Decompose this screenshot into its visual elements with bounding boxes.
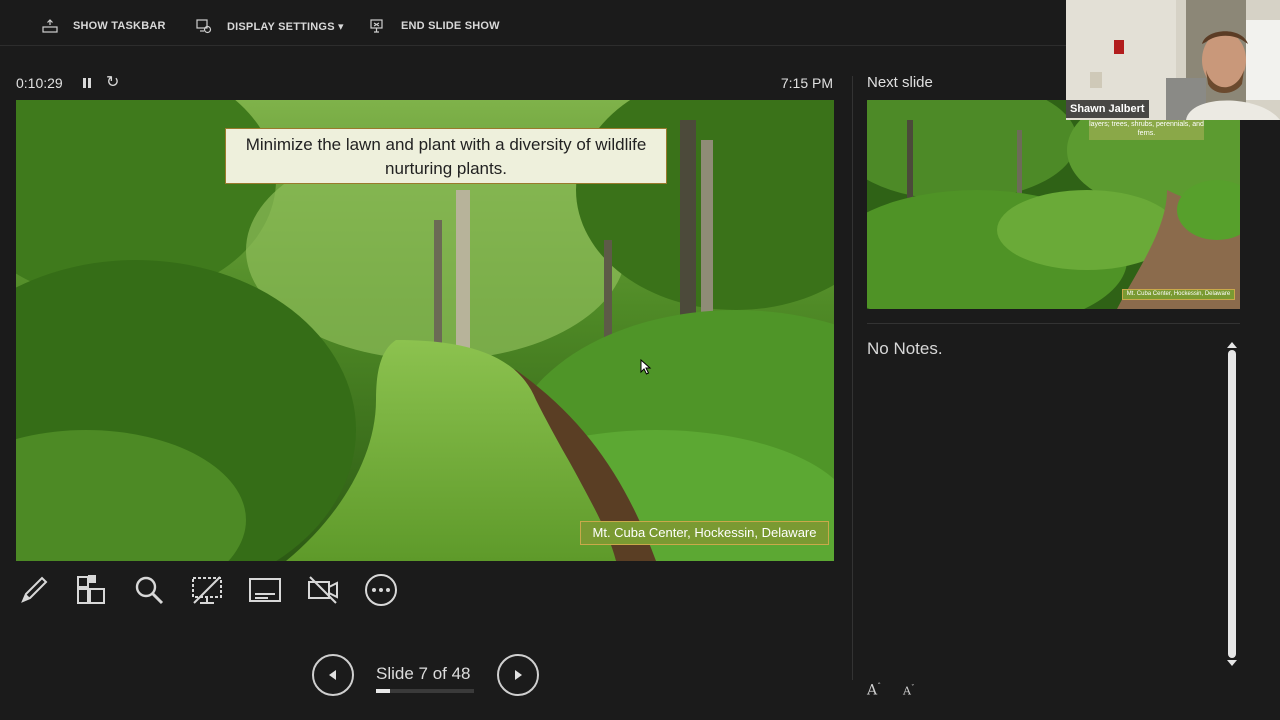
slide-counter[interactable]: Slide 7 of 48 bbox=[376, 664, 471, 684]
participant-name: Shawn Jalbert bbox=[1066, 100, 1149, 118]
show-taskbar-label: SHOW TASKBAR bbox=[73, 20, 166, 32]
subtitles-button[interactable] bbox=[247, 572, 283, 608]
next-slide-button[interactable] bbox=[497, 654, 539, 696]
notes-separator bbox=[867, 323, 1240, 324]
see-all-slides-button[interactable] bbox=[73, 572, 109, 608]
pause-timer-icon[interactable] bbox=[80, 74, 94, 92]
slide-grid-icon bbox=[77, 575, 105, 604]
scrollbar-thumb[interactable] bbox=[1228, 350, 1236, 658]
notes-scrollbar[interactable] bbox=[1226, 338, 1239, 670]
camera-off-icon bbox=[308, 576, 338, 604]
panel-divider[interactable] bbox=[852, 76, 853, 680]
pen-tool-button[interactable] bbox=[16, 572, 52, 608]
decrease-font-size-icon[interactable]: Aˇ bbox=[903, 684, 914, 698]
slide-progress-fill bbox=[376, 689, 391, 693]
camera-toggle-button[interactable] bbox=[305, 572, 341, 608]
more-icon bbox=[365, 574, 397, 606]
show-taskbar-button[interactable]: SHOW TASKBAR bbox=[42, 14, 166, 38]
mouse-cursor-icon bbox=[640, 359, 652, 375]
slide-caption: Mt. Cuba Center, Hockessin, Delaware bbox=[580, 521, 829, 545]
zoom-button[interactable] bbox=[131, 572, 167, 608]
taskbar-icon bbox=[42, 19, 58, 33]
current-slide[interactable]: Minimize the lawn and plant with a diver… bbox=[16, 100, 834, 561]
increase-font-size-icon[interactable]: Aˆ bbox=[867, 682, 881, 699]
next-slide-preview[interactable]: layers; trees, shrubs, perennials, and f… bbox=[867, 100, 1240, 309]
end-slideshow-icon bbox=[370, 19, 383, 33]
elapsed-timer: 0:10:29 bbox=[16, 75, 63, 91]
display-settings-label: DISPLAY SETTINGS ▾ bbox=[227, 20, 344, 33]
black-screen-button[interactable] bbox=[189, 572, 225, 608]
previous-slide-button[interactable] bbox=[312, 654, 354, 696]
magnifier-icon bbox=[135, 576, 164, 605]
scroll-down-arrow-icon[interactable] bbox=[1227, 660, 1237, 666]
end-slide-show-label: END SLIDE SHOW bbox=[401, 20, 500, 32]
restart-timer-icon[interactable]: ↻ bbox=[106, 72, 119, 92]
screen-off-icon bbox=[192, 576, 222, 604]
presenter-toolbar: SHOW TASKBAR DISPLAY SETTINGS ▾ END SLID… bbox=[0, 0, 1066, 46]
display-settings-icon bbox=[196, 19, 212, 34]
triangle-left-icon bbox=[329, 670, 336, 680]
display-settings-button[interactable]: DISPLAY SETTINGS ▾ bbox=[196, 14, 344, 38]
slide-title: Minimize the lawn and plant with a diver… bbox=[225, 128, 667, 184]
pen-icon bbox=[21, 576, 48, 603]
next-slide-label: Next slide bbox=[867, 74, 933, 91]
subtitles-icon bbox=[249, 578, 281, 602]
webcam-overlay: Shawn Jalbert bbox=[1066, 0, 1280, 120]
scroll-up-arrow-icon[interactable] bbox=[1227, 342, 1237, 348]
slide-progress-bar bbox=[376, 689, 474, 693]
current-time: 7:15 PM bbox=[780, 75, 833, 91]
next-slide-caption-bottom: Mt. Cuba Center, Hockessin, Delaware bbox=[1122, 289, 1235, 300]
speaker-notes[interactable]: No Notes. bbox=[867, 339, 943, 359]
next-slide-caption-top: layers; trees, shrubs, perennials, and f… bbox=[1089, 118, 1204, 140]
end-slide-show-button[interactable]: END SLIDE SHOW bbox=[370, 14, 500, 38]
more-options-button[interactable] bbox=[363, 572, 399, 608]
triangle-right-icon bbox=[515, 670, 522, 680]
